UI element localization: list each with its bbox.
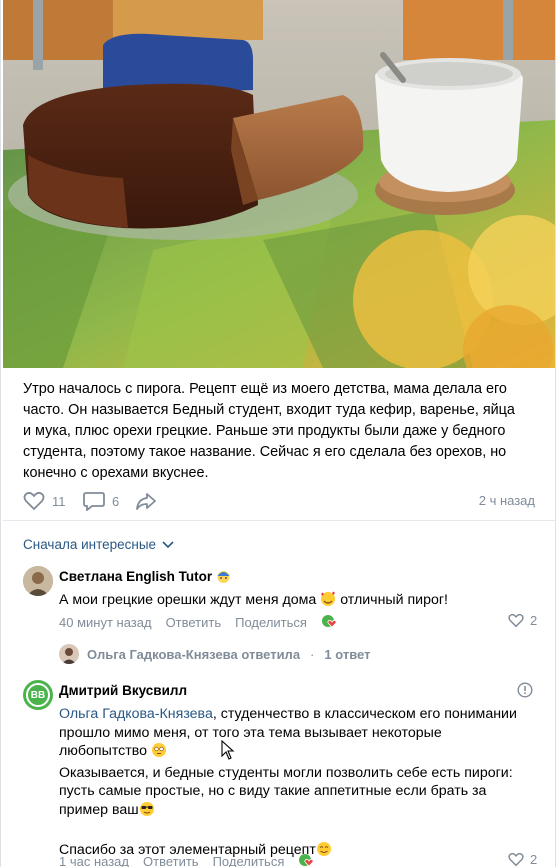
sort-label: Сначала интересные	[23, 537, 157, 552]
heart-icon	[508, 613, 524, 628]
mouse-cursor-icon	[221, 739, 235, 765]
comment-text: А мои грецкие орешки ждут меня дома отли…	[59, 591, 448, 613]
divider	[3, 520, 555, 521]
likes-count: 11	[52, 493, 66, 509]
comment-time[interactable]: 40 минут назад	[59, 615, 152, 630]
reply-author: Ольга Гадкова-Князева ответила	[87, 646, 301, 662]
comment-meta: 1 час назад Ответить Поделиться	[59, 852, 316, 867]
avatar	[59, 644, 79, 664]
heart-icon	[23, 491, 45, 511]
comment-like-button[interactable]: 2	[508, 613, 537, 628]
comment-like-button[interactable]: 2	[508, 852, 537, 867]
post-photo[interactable]	[3, 0, 555, 368]
smiling-hearts-emoji-icon	[320, 591, 336, 613]
chevron-down-icon	[162, 540, 174, 548]
heart-icon	[508, 852, 524, 867]
mention-link[interactable]: Ольга Гадкова-Князева	[59, 706, 213, 722]
comment-icon	[83, 492, 105, 511]
smiling-emoji-icon	[316, 841, 332, 863]
avatar[interactable]: BB	[23, 680, 53, 710]
replies-thread-link[interactable]: Ольга Гадкова-Князева ответила · 1 ответ	[59, 644, 370, 664]
comments-count: 6	[112, 493, 120, 509]
comment-meta: 40 минут назад Ответить Поделиться	[59, 613, 339, 632]
share-comment-button[interactable]: Поделиться	[213, 854, 285, 867]
comment-likes-count: 2	[530, 852, 538, 867]
replies-count: 1 ответ	[324, 646, 371, 662]
post-text: Утро началось с пирога. Рецепт ещё из мо…	[23, 381, 515, 481]
vkusvill-logo: BB	[26, 683, 50, 707]
comment-button[interactable]: 6	[83, 491, 119, 511]
comment-text: Ольга Гадкова-Князева, студенчество в кл…	[59, 705, 539, 863]
comment-time[interactable]: 1 час назад	[59, 854, 129, 867]
share-icon	[136, 493, 156, 510]
reply-button[interactable]: Ответить	[143, 854, 199, 867]
post-card: Утро началось с пирога. Рецепт ещё из мо…	[0, 0, 556, 867]
pie-photo	[3, 0, 555, 368]
reply-button[interactable]: Ответить	[166, 615, 222, 630]
comment-author[interactable]: Светлана English Tutor	[59, 569, 231, 587]
comment-likes-count: 2	[530, 613, 538, 628]
separator-dot: ·	[310, 646, 315, 662]
reaction-icon[interactable]	[298, 852, 316, 867]
comment-author[interactable]: Дмитрий Вкусвилл	[59, 683, 187, 698]
info-icon[interactable]	[517, 682, 533, 703]
avatar[interactable]	[23, 566, 53, 596]
flushed-emoji-icon	[151, 742, 167, 764]
post-actions: 11 6 2 ч назад	[23, 491, 535, 511]
comments-sort-dropdown[interactable]: Сначала интересные	[23, 537, 174, 552]
share-button[interactable]	[135, 491, 157, 511]
post-time[interactable]: 2 ч назад	[479, 493, 535, 508]
like-button[interactable]: 11	[23, 491, 66, 511]
sunglasses-emoji-icon	[139, 801, 155, 823]
share-comment-button[interactable]: Поделиться	[235, 615, 307, 630]
cap-emoji-icon	[216, 569, 231, 587]
avatar-photo	[23, 566, 53, 596]
reaction-icon[interactable]	[321, 613, 339, 632]
